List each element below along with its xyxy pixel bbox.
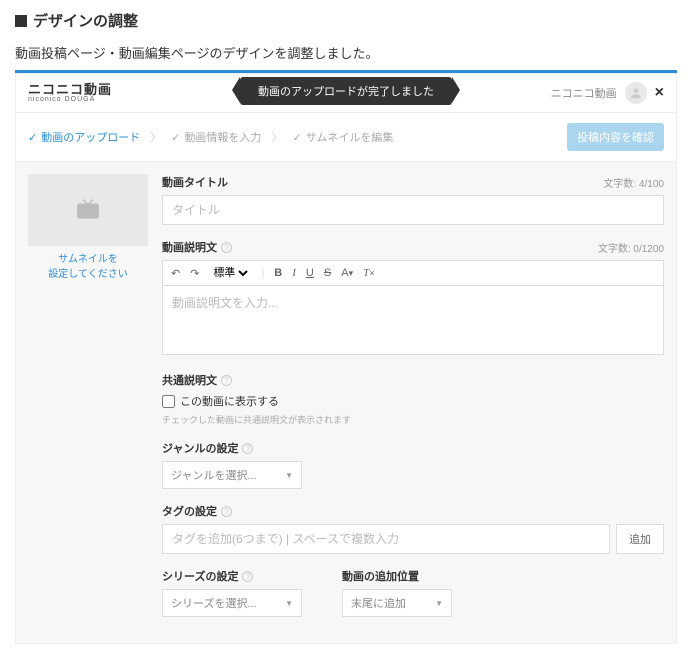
avatar-icon[interactable] — [625, 82, 647, 104]
desc-count: 文字数: 0/1200 — [598, 240, 664, 255]
intro-text: 動画投稿ページ・動画編集ページのデザインを調整しました。 — [15, 43, 677, 62]
select-value: 末尾に追加 — [351, 595, 406, 611]
genre-select[interactable]: ジャンルを選択... ▼ — [162, 461, 302, 489]
step-label: 動画情報を入力 — [184, 129, 261, 145]
step-label: 動画のアップロード — [41, 129, 140, 145]
italic-button[interactable]: I — [292, 267, 296, 279]
common-desc-label: 共通説明文 — [162, 372, 217, 388]
upload-complete-toast: 動画のアップロードが完了しました — [240, 77, 452, 105]
common-desc-checkbox[interactable] — [162, 395, 175, 408]
strike-button[interactable]: S — [324, 267, 331, 279]
chevron-down-icon: ▼ — [285, 471, 293, 480]
user-name: ニコニコ動画 — [551, 85, 617, 101]
tv-icon — [75, 199, 101, 221]
help-icon[interactable]: ? — [242, 443, 253, 454]
thumbnail-placeholder[interactable] — [28, 174, 148, 246]
clear-format-button[interactable]: T× — [363, 267, 374, 279]
help-icon[interactable]: ? — [221, 375, 232, 386]
logo-en: niconico DOUGA — [28, 96, 112, 103]
help-icon[interactable]: ? — [221, 242, 232, 253]
series-label: シリーズの設定 — [162, 568, 238, 584]
square-bullet-icon — [15, 15, 27, 27]
position-label: 動画の追加位置 — [342, 568, 419, 584]
logo-jp: ニコニコ動画 — [28, 83, 112, 96]
bold-button[interactable]: B — [274, 267, 282, 279]
title-input[interactable] — [162, 195, 664, 225]
common-desc-checkbox-row[interactable]: この動画に表示する — [162, 393, 664, 409]
style-select[interactable]: 標準 — [209, 266, 251, 280]
chevron-down-icon: ▼ — [285, 599, 293, 608]
section-heading: デザインの調整 — [15, 10, 677, 31]
position-select[interactable]: 末尾に追加 ▼ — [342, 589, 452, 617]
chevron-down-icon: ▼ — [435, 599, 443, 608]
chevron-right-icon: 〉 — [271, 129, 282, 145]
tag-input[interactable] — [162, 524, 610, 554]
step-upload[interactable]: ✓ 動画のアップロード — [28, 129, 140, 145]
common-desc-hint: チェックした動画に共通説明文が表示されます — [162, 413, 664, 426]
step-label: サムネイルを編集 — [306, 129, 394, 145]
step-bar: ✓ 動画のアップロード 〉 ✓ 動画情報を入力 〉 ✓ サムネイルを編集 投稿内… — [16, 113, 676, 162]
desc-label: 動画説明文 — [162, 239, 217, 255]
check-icon: ✓ — [28, 131, 37, 144]
user-area: ニコニコ動画 × — [551, 82, 664, 104]
app-window: ニコニコ動画 niconico DOUGA 動画のアップロードが完了しました ニ… — [15, 73, 677, 644]
text-color-button[interactable]: A▾ — [341, 267, 353, 279]
close-icon[interactable]: × — [655, 84, 664, 102]
title-label: 動画タイトル — [162, 174, 228, 190]
logo: ニコニコ動画 niconico DOUGA — [28, 83, 112, 103]
check-icon: ✓ — [292, 131, 301, 144]
select-placeholder: シリーズを選択... — [171, 595, 257, 611]
editor-toolbar: ↶ ↷ 標準 | B I U S A▾ T× — [162, 260, 664, 285]
step-info[interactable]: ✓ 動画情報を入力 — [171, 129, 261, 145]
tag-label: タグの設定 — [162, 503, 217, 519]
chevron-right-icon: 〉 — [150, 129, 161, 145]
undo-icon[interactable]: ↶ — [171, 267, 180, 280]
confirm-button[interactable]: 投稿内容を確認 — [567, 123, 664, 151]
help-icon[interactable]: ? — [221, 506, 232, 517]
help-icon[interactable]: ? — [242, 571, 253, 582]
genre-label: ジャンルの設定 — [162, 440, 238, 456]
check-icon: ✓ — [171, 131, 180, 144]
step-thumbnail[interactable]: ✓ サムネイルを編集 — [292, 129, 393, 145]
underline-button[interactable]: U — [306, 267, 314, 279]
topbar: ニコニコ動画 niconico DOUGA 動画のアップロードが完了しました ニ… — [16, 74, 676, 113]
title-count: 文字数: 4/100 — [603, 175, 664, 190]
thumbnail-hint: サムネイルを 設定してください — [28, 252, 148, 282]
add-tag-button[interactable]: 追加 — [616, 524, 664, 554]
section-heading-text: デザインの調整 — [33, 10, 138, 31]
desc-textarea[interactable] — [162, 285, 664, 355]
select-placeholder: ジャンルを選択... — [171, 467, 257, 483]
checkbox-label: この動画に表示する — [180, 393, 279, 409]
redo-icon[interactable]: ↷ — [190, 267, 199, 280]
series-select[interactable]: シリーズを選択... ▼ — [162, 589, 302, 617]
